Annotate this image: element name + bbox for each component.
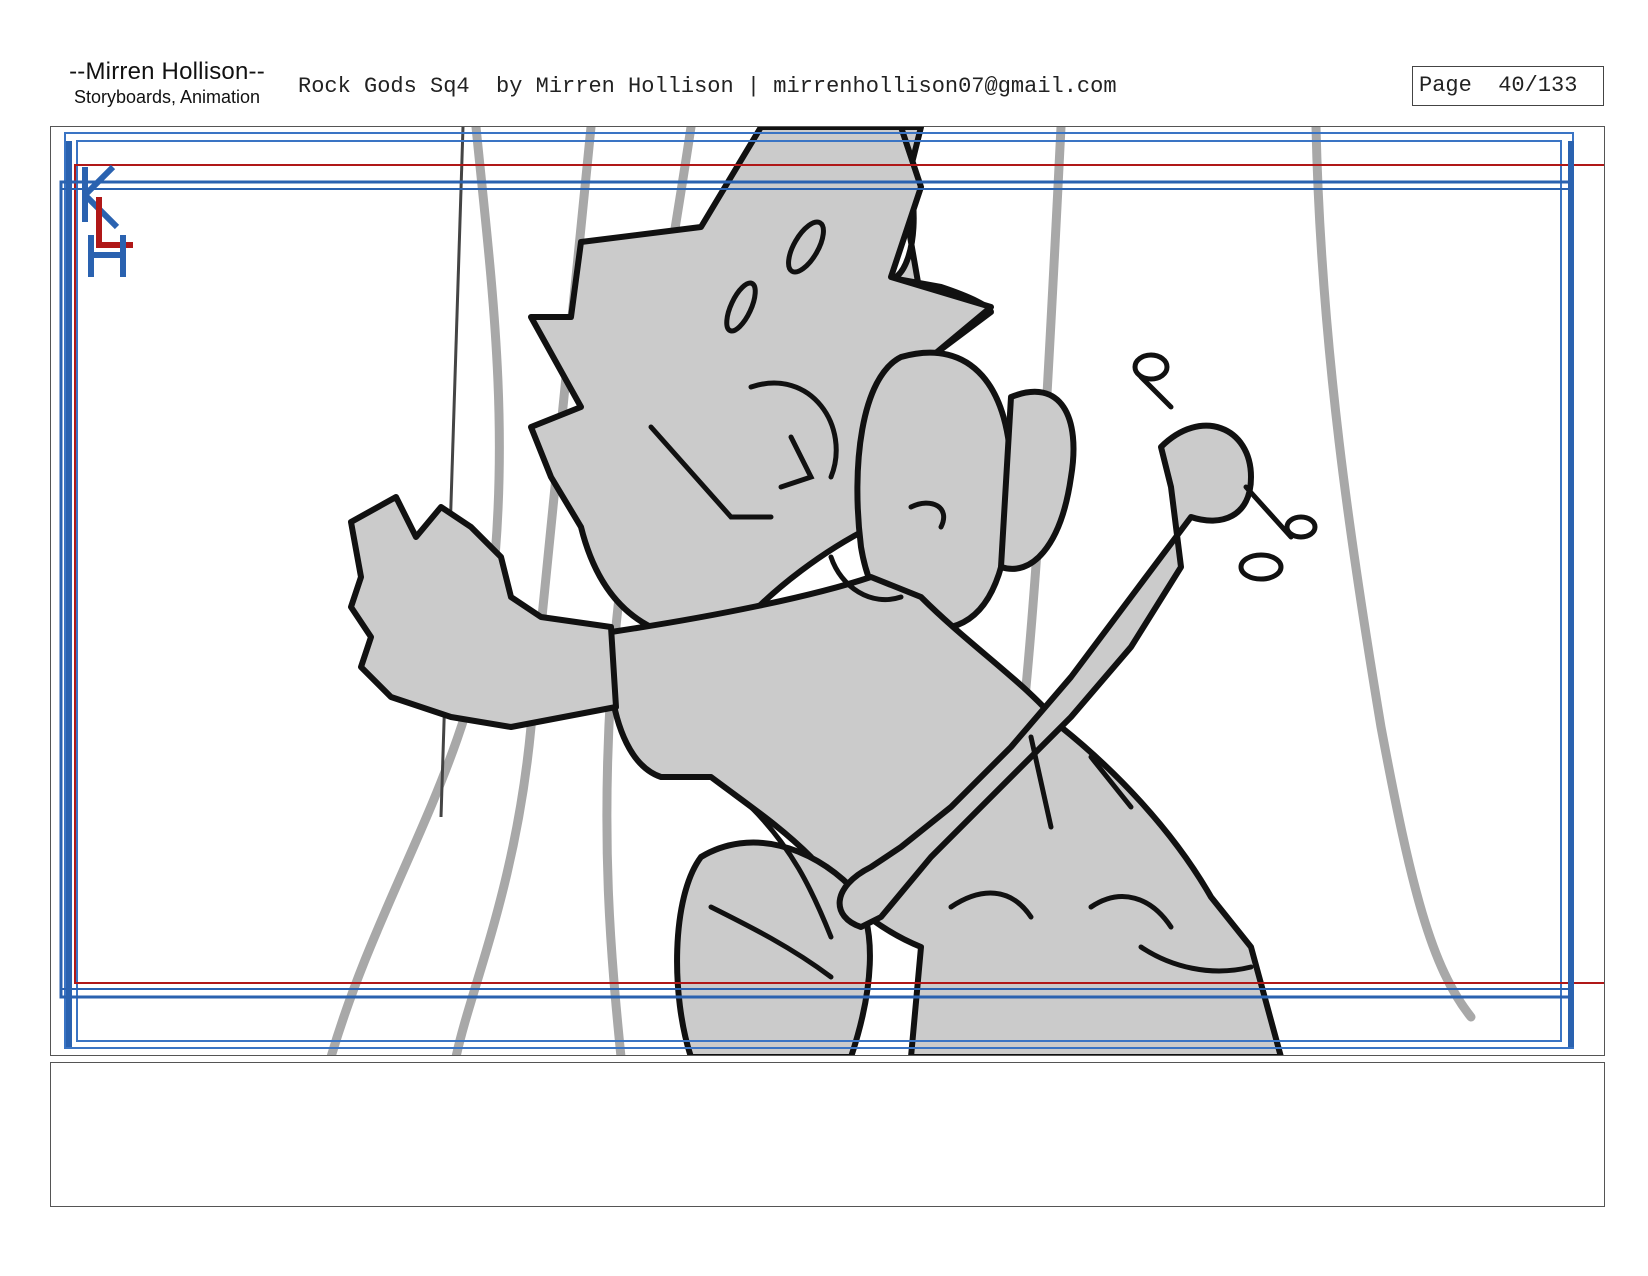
notes-area[interactable]: [50, 1062, 1605, 1207]
brand-name: --Mirren Hollison--: [69, 58, 265, 85]
brand-subtitle: Storyboards, Animation: [73, 87, 261, 107]
page-number: 40/133: [1498, 73, 1578, 98]
header-info: Rock Gods Sq4 by Mirren Hollison | mirre…: [298, 74, 1117, 99]
page-label: Page: [1419, 73, 1472, 98]
panel-drawing: [59, 127, 1604, 1055]
page-indicator: Page 40/133: [1412, 66, 1604, 106]
storyboard-panel: [50, 126, 1605, 1056]
brand-block: --Mirren Hollison-- Storyboards, Animati…: [62, 58, 272, 108]
